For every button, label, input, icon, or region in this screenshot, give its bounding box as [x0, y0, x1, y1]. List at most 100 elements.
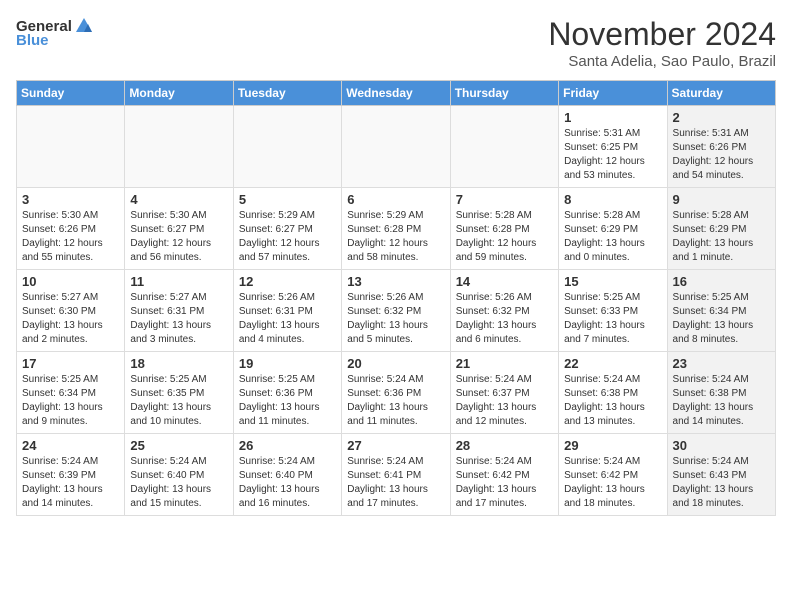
day-number: 30	[673, 438, 770, 453]
day-number: 24	[22, 438, 119, 453]
day-number: 29	[564, 438, 661, 453]
calendar-cell: 17 Sunrise: 5:25 AM Sunset: 6:34 PM Dayli…	[17, 352, 125, 434]
day-info: Sunrise: 5:26 AM Sunset: 6:32 PM Dayligh…	[456, 291, 553, 347]
day-info: Sunrise: 5:24 AM Sunset: 6:38 PM Dayligh…	[673, 373, 770, 429]
calendar-week-row: 24 Sunrise: 5:24 AM Sunset: 6:39 PM Dayli…	[17, 434, 776, 516]
day-number: 17	[22, 356, 119, 371]
day-info: Sunrise: 5:27 AM Sunset: 6:31 PM Dayligh…	[130, 291, 227, 347]
calendar-cell: 4 Sunrise: 5:30 AM Sunset: 6:27 PM Daylig…	[125, 188, 233, 270]
day-number: 5	[239, 192, 336, 207]
calendar-cell: 27 Sunrise: 5:24 AM Sunset: 6:41 PM Dayli…	[342, 434, 450, 516]
calendar-cell: 30Sunrise: 5:24 AM Sunset: 6:43 PM Dayli…	[667, 434, 775, 516]
day-number: 23	[673, 356, 770, 371]
day-info: Sunrise: 5:30 AM Sunset: 6:27 PM Dayligh…	[130, 209, 227, 265]
day-info: Sunrise: 5:24 AM Sunset: 6:37 PM Dayligh…	[456, 373, 553, 429]
day-number: 1	[564, 110, 661, 125]
calendar-cell: 26 Sunrise: 5:24 AM Sunset: 6:40 PM Dayli…	[233, 434, 341, 516]
calendar-cell: 19 Sunrise: 5:25 AM Sunset: 6:36 PM Dayli…	[233, 352, 341, 434]
calendar-cell: 12 Sunrise: 5:26 AM Sunset: 6:31 PM Dayli…	[233, 270, 341, 352]
day-info: Sunrise: 5:28 AM Sunset: 6:29 PM Dayligh…	[673, 209, 770, 265]
calendar-table: SundayMondayTuesdayWednesdayThursdayFrid…	[16, 80, 776, 516]
day-number: 22	[564, 356, 661, 371]
calendar-cell: 8 Sunrise: 5:28 AM Sunset: 6:29 PM Daylig…	[559, 188, 667, 270]
location-title: Santa Adelia, Sao Paulo, Brazil	[548, 53, 776, 70]
calendar-cell: 24 Sunrise: 5:24 AM Sunset: 6:39 PM Dayli…	[17, 434, 125, 516]
calendar-cell: 9 Sunrise: 5:28 AM Sunset: 6:29 PM Daylig…	[667, 188, 775, 270]
day-info: Sunrise: 5:24 AM Sunset: 6:36 PM Dayligh…	[347, 373, 444, 429]
day-number: 13	[347, 274, 444, 289]
calendar-week-row: 3 Sunrise: 5:30 AM Sunset: 6:26 PM Daylig…	[17, 188, 776, 270]
weekday-header-saturday: Saturday	[667, 81, 775, 106]
calendar-week-row: 10 Sunrise: 5:27 AM Sunset: 6:30 PM Dayli…	[17, 270, 776, 352]
weekday-header-sunday: Sunday	[17, 81, 125, 106]
calendar-cell: 18 Sunrise: 5:25 AM Sunset: 6:35 PM Dayli…	[125, 352, 233, 434]
calendar-cell: 22 Sunrise: 5:24 AM Sunset: 6:38 PM Dayli…	[559, 352, 667, 434]
calendar-cell: 20 Sunrise: 5:24 AM Sunset: 6:36 PM Dayli…	[342, 352, 450, 434]
calendar-cell: 3 Sunrise: 5:30 AM Sunset: 6:26 PM Daylig…	[17, 188, 125, 270]
weekday-header-thursday: Thursday	[450, 81, 558, 106]
day-info: Sunrise: 5:24 AM Sunset: 6:39 PM Dayligh…	[22, 455, 119, 511]
day-info: Sunrise: 5:30 AM Sunset: 6:26 PM Dayligh…	[22, 209, 119, 265]
day-info: Sunrise: 5:29 AM Sunset: 6:27 PM Dayligh…	[239, 209, 336, 265]
day-number: 19	[239, 356, 336, 371]
day-number: 6	[347, 192, 444, 207]
day-info: Sunrise: 5:28 AM Sunset: 6:29 PM Dayligh…	[564, 209, 661, 265]
day-number: 15	[564, 274, 661, 289]
day-info: Sunrise: 5:26 AM Sunset: 6:32 PM Dayligh…	[347, 291, 444, 347]
month-title: November 2024	[548, 16, 776, 53]
day-number: 16	[673, 274, 770, 289]
day-info: Sunrise: 5:24 AM Sunset: 6:41 PM Dayligh…	[347, 455, 444, 511]
day-number: 21	[456, 356, 553, 371]
day-number: 20	[347, 356, 444, 371]
calendar-cell: 23 Sunrise: 5:24 AM Sunset: 6:38 PM Dayli…	[667, 352, 775, 434]
calendar-cell: 10 Sunrise: 5:27 AM Sunset: 6:30 PM Dayli…	[17, 270, 125, 352]
day-info: Sunrise: 5:27 AM Sunset: 6:30 PM Dayligh…	[22, 291, 119, 347]
calendar-cell: 11 Sunrise: 5:27 AM Sunset: 6:31 PM Dayli…	[125, 270, 233, 352]
day-number: 12	[239, 274, 336, 289]
weekday-header-friday: Friday	[559, 81, 667, 106]
calendar-cell: 7Sunrise: 5:28 AM Sunset: 6:28 PM Daylig…	[450, 188, 558, 270]
calendar-cell: 14 Sunrise: 5:26 AM Sunset: 6:32 PM Dayli…	[450, 270, 558, 352]
day-info: Sunrise: 5:24 AM Sunset: 6:42 PM Dayligh…	[456, 455, 553, 511]
day-number: 11	[130, 274, 227, 289]
day-info: Sunrise: 5:25 AM Sunset: 6:35 PM Dayligh…	[130, 373, 227, 429]
day-info: Sunrise: 5:26 AM Sunset: 6:31 PM Dayligh…	[239, 291, 336, 347]
logo-blue: Blue	[16, 32, 49, 49]
day-number: 25	[130, 438, 227, 453]
day-number: 26	[239, 438, 336, 453]
day-number: 9	[673, 192, 770, 207]
day-info: Sunrise: 5:24 AM Sunset: 6:40 PM Dayligh…	[239, 455, 336, 511]
calendar-cell	[125, 106, 233, 188]
calendar-cell: 1Sunrise: 5:31 AM Sunset: 6:25 PM Daylig…	[559, 106, 667, 188]
day-number: 8	[564, 192, 661, 207]
day-number: 4	[130, 192, 227, 207]
day-info: Sunrise: 5:25 AM Sunset: 6:34 PM Dayligh…	[673, 291, 770, 347]
day-info: Sunrise: 5:25 AM Sunset: 6:34 PM Dayligh…	[22, 373, 119, 429]
calendar-cell: 29 Sunrise: 5:24 AM Sunset: 6:42 PM Dayli…	[559, 434, 667, 516]
title-area: November 2024 Santa Adelia, Sao Paulo, B…	[548, 16, 776, 70]
day-info: Sunrise: 5:25 AM Sunset: 6:36 PM Dayligh…	[239, 373, 336, 429]
day-info: Sunrise: 5:29 AM Sunset: 6:28 PM Dayligh…	[347, 209, 444, 265]
day-number: 10	[22, 274, 119, 289]
calendar-cell: 5 Sunrise: 5:29 AM Sunset: 6:27 PM Daylig…	[233, 188, 341, 270]
calendar-cell	[17, 106, 125, 188]
weekday-header-row: SundayMondayTuesdayWednesdayThursdayFrid…	[17, 81, 776, 106]
calendar-cell: 2 Sunrise: 5:31 AM Sunset: 6:26 PM Daylig…	[667, 106, 775, 188]
day-info: Sunrise: 5:31 AM Sunset: 6:26 PM Dayligh…	[673, 127, 770, 183]
day-number: 14	[456, 274, 553, 289]
calendar-cell	[342, 106, 450, 188]
day-info: Sunrise: 5:24 AM Sunset: 6:38 PM Dayligh…	[564, 373, 661, 429]
logo-icon	[74, 16, 94, 36]
calendar-cell: 25Sunrise: 5:24 AM Sunset: 6:40 PM Dayli…	[125, 434, 233, 516]
weekday-header-tuesday: Tuesday	[233, 81, 341, 106]
day-number: 28	[456, 438, 553, 453]
calendar-week-row: 1Sunrise: 5:31 AM Sunset: 6:25 PM Daylig…	[17, 106, 776, 188]
logo: General Blue	[16, 16, 94, 49]
calendar-cell: 21 Sunrise: 5:24 AM Sunset: 6:37 PM Dayli…	[450, 352, 558, 434]
calendar-cell	[233, 106, 341, 188]
day-number: 18	[130, 356, 227, 371]
day-number: 27	[347, 438, 444, 453]
day-info: Sunrise: 5:24 AM Sunset: 6:42 PM Dayligh…	[564, 455, 661, 511]
day-number: 3	[22, 192, 119, 207]
day-number: 2	[673, 110, 770, 125]
